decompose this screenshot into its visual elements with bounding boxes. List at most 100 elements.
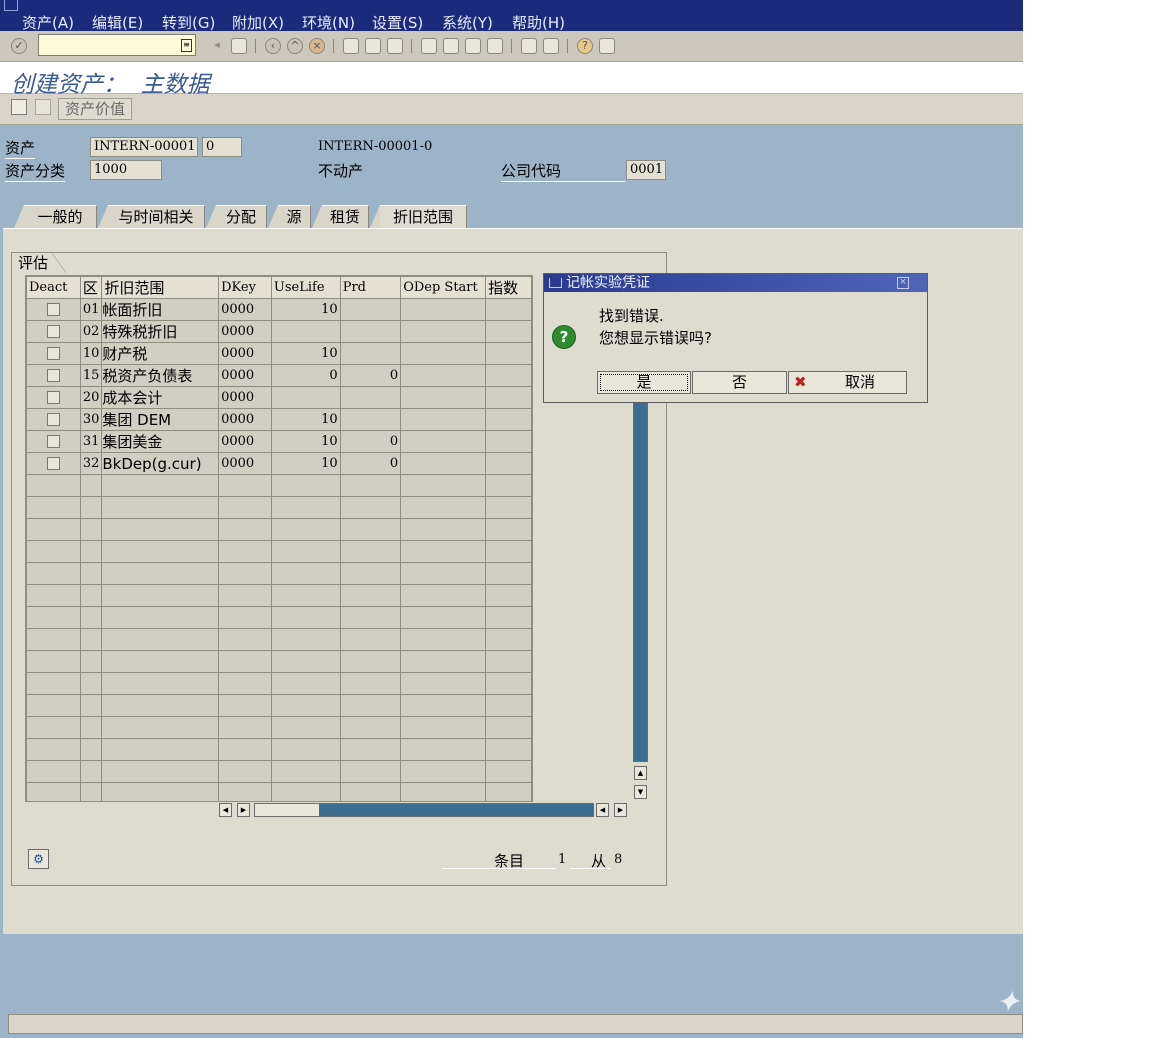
dkey-cell[interactable]: 0000 xyxy=(218,298,272,321)
index-cell[interactable] xyxy=(485,342,532,365)
dep-area-name-cell[interactable]: 帐面折旧 xyxy=(101,298,220,321)
odep-start-cell[interactable] xyxy=(400,386,487,409)
dep-area-name-cell[interactable]: BkDep(g.cur) xyxy=(101,452,220,475)
company-code-field[interactable]: 0001 xyxy=(626,160,666,180)
table-settings-icon[interactable]: ⚙ xyxy=(28,849,49,869)
dep-area-name-cell[interactable]: 税资产负债表 xyxy=(101,364,220,387)
area-cell[interactable]: 01 xyxy=(79,298,103,321)
deact-checkbox[interactable] xyxy=(46,413,60,426)
area-cell[interactable]: 10 xyxy=(79,342,103,365)
odep-start-cell[interactable] xyxy=(400,342,487,365)
column-header-index[interactable]: 指数 xyxy=(485,276,532,299)
table-row[interactable]: 10 财产税 0000 10 xyxy=(26,342,532,365)
cancel-button[interactable]: ✖ 取消 xyxy=(788,371,907,394)
menu-edit[interactable]: 编辑(E) xyxy=(92,12,143,33)
dkey-cell[interactable]: 0000 xyxy=(218,430,272,453)
deact-checkbox-cell[interactable] xyxy=(26,408,81,431)
tab-origin[interactable]: 源 xyxy=(268,205,311,228)
close-icon[interactable]: × xyxy=(897,277,909,289)
deact-checkbox-cell[interactable] xyxy=(26,452,81,475)
odep-start-cell[interactable] xyxy=(400,408,487,431)
prd-cell[interactable]: 0 xyxy=(339,364,402,387)
other-asset-icon[interactable] xyxy=(11,99,27,115)
horizontal-scroll-track[interactable] xyxy=(254,803,594,817)
dep-area-name-cell[interactable]: 集团 DEM xyxy=(101,408,220,431)
menu-goto[interactable]: 转到(G) xyxy=(162,12,215,33)
cancel-icon[interactable]: × xyxy=(309,38,325,54)
dkey-cell[interactable]: 0000 xyxy=(218,452,272,475)
column-header-dkey[interactable]: DKey xyxy=(218,276,272,299)
next-page-icon[interactable] xyxy=(465,38,481,54)
odep-start-cell[interactable] xyxy=(400,364,487,387)
odep-start-cell[interactable] xyxy=(400,320,487,343)
layout-menu-icon[interactable] xyxy=(599,38,615,54)
deact-checkbox-cell[interactable] xyxy=(26,298,81,321)
scroll-left-icon[interactable]: ◀ xyxy=(219,803,232,817)
uselife-cell[interactable] xyxy=(270,386,341,409)
enter-check-icon[interactable]: ✓ xyxy=(11,38,27,54)
prd-cell[interactable] xyxy=(339,386,402,409)
dep-area-name-cell[interactable]: 财产税 xyxy=(101,342,220,365)
asset-subnumber-field[interactable]: 0 xyxy=(202,137,242,157)
scroll-left-end-icon[interactable]: ◀ xyxy=(596,803,609,817)
horizontal-scroll-thumb[interactable] xyxy=(255,804,319,816)
area-cell[interactable]: 32 xyxy=(79,452,103,475)
scroll-right-end-icon[interactable]: ▶ xyxy=(614,803,627,817)
scroll-up-icon[interactable]: ▲ xyxy=(634,766,647,780)
area-cell[interactable]: 20 xyxy=(79,386,103,409)
prd-cell[interactable]: 0 xyxy=(339,452,402,475)
system-menu-icon[interactable] xyxy=(4,0,18,11)
column-header-deact[interactable]: Deact xyxy=(26,276,81,299)
dep-area-name-cell[interactable]: 成本会计 xyxy=(101,386,220,409)
deact-checkbox-cell[interactable] xyxy=(26,430,81,453)
deact-checkbox[interactable] xyxy=(46,435,60,448)
scroll-right-icon[interactable]: ▶ xyxy=(237,803,250,817)
deact-checkbox[interactable] xyxy=(46,457,60,470)
help-icon[interactable]: ? xyxy=(577,38,593,54)
odep-start-cell[interactable] xyxy=(400,298,487,321)
index-cell[interactable] xyxy=(485,320,532,343)
menu-asset[interactable]: 资产(A) xyxy=(22,12,74,33)
deact-checkbox-cell[interactable] xyxy=(26,364,81,387)
menu-environment[interactable]: 环境(N) xyxy=(302,12,355,33)
index-cell[interactable] xyxy=(485,364,532,387)
dep-area-name-cell[interactable]: 集团美金 xyxy=(101,430,220,453)
odep-start-cell[interactable] xyxy=(400,452,487,475)
dialog-menu-icon[interactable] xyxy=(549,278,562,288)
dkey-cell[interactable]: 0000 xyxy=(218,386,272,409)
table-row[interactable]: 32 BkDep(g.cur) 0000 10 0 xyxy=(26,452,532,475)
deact-checkbox[interactable] xyxy=(46,347,60,360)
area-cell[interactable]: 15 xyxy=(79,364,103,387)
index-cell[interactable] xyxy=(485,408,532,431)
column-header-odep-start[interactable]: ODep Start xyxy=(400,276,487,299)
uselife-cell[interactable]: 10 xyxy=(270,452,341,475)
dkey-cell[interactable]: 0000 xyxy=(218,408,272,431)
area-cell[interactable]: 30 xyxy=(79,408,103,431)
index-cell[interactable] xyxy=(485,386,532,409)
asset-value-button[interactable]: 资产价值 xyxy=(58,98,133,120)
first-page-icon[interactable] xyxy=(421,38,437,54)
asset-class-field[interactable]: 1000 xyxy=(90,160,162,180)
deact-checkbox[interactable] xyxy=(46,391,60,404)
asset-number-field[interactable]: INTERN-00001 xyxy=(90,137,198,157)
index-cell[interactable] xyxy=(485,298,532,321)
back-icon[interactable]: ‹ xyxy=(265,38,281,54)
new-session-icon[interactable] xyxy=(521,38,537,54)
area-cell[interactable]: 02 xyxy=(79,320,103,343)
command-field[interactable]: ≡ xyxy=(38,34,196,56)
command-history-icon[interactable]: ≡ xyxy=(181,39,192,52)
find-next-icon[interactable] xyxy=(387,38,403,54)
deact-checkbox[interactable] xyxy=(46,303,60,316)
tab-depreciation-areas[interactable]: 折旧范围 xyxy=(370,205,467,230)
table-row[interactable]: 02 特殊税折旧 0000 xyxy=(26,320,532,343)
prd-cell[interactable] xyxy=(339,320,402,343)
document-icon[interactable] xyxy=(35,99,51,115)
menu-help[interactable]: 帮助(H) xyxy=(512,12,565,33)
table-row[interactable]: 20 成本会计 0000 xyxy=(26,386,532,409)
index-cell[interactable] xyxy=(485,452,532,475)
prd-cell[interactable] xyxy=(339,408,402,431)
tab-leasing[interactable]: 租赁 xyxy=(312,205,369,228)
table-row[interactable]: 30 集团 DEM 0000 10 xyxy=(26,408,532,431)
table-row[interactable]: 31 集团美金 0000 10 0 xyxy=(26,430,532,453)
uselife-cell[interactable]: 10 xyxy=(270,298,341,321)
